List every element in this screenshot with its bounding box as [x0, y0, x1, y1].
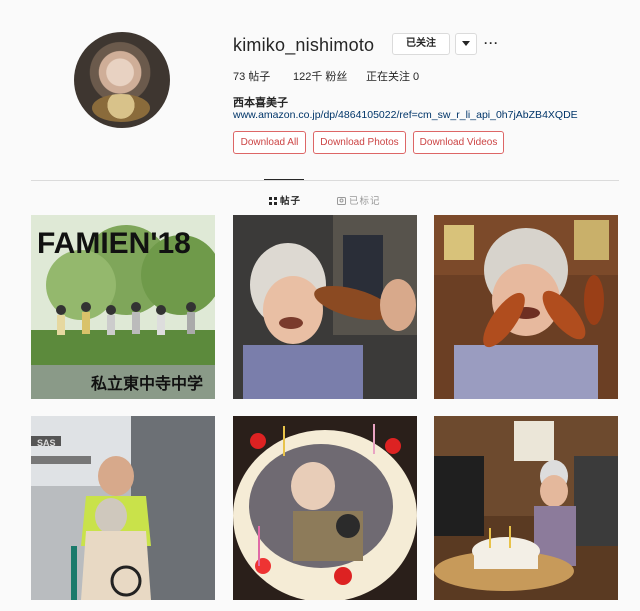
- bio-link[interactable]: www.amazon.co.jp/dp/4864105022/ref=cm_sw…: [233, 109, 578, 121]
- dropdown-button[interactable]: [455, 33, 477, 55]
- post-1-title: FAMIEN'18: [37, 227, 191, 260]
- divider: [31, 180, 619, 181]
- active-tab-indicator: [264, 179, 304, 180]
- download-all-button[interactable]: Download All: [233, 131, 306, 154]
- post-4-label: SAS: [37, 438, 56, 448]
- full-name: 西本喜美子: [233, 97, 288, 109]
- username: kimiko_nishimoto: [233, 35, 375, 55]
- following-button[interactable]: 已关注: [392, 33, 450, 55]
- post-thumbnail-3[interactable]: [434, 215, 618, 399]
- tab-posts[interactable]: 帖子: [269, 193, 301, 208]
- posts-count[interactable]: 73 帖子: [233, 68, 270, 84]
- chevron-down-icon: [462, 41, 470, 46]
- tab-tagged[interactable]: 已标记: [337, 193, 381, 208]
- avatar[interactable]: [74, 32, 170, 128]
- download-photos-button[interactable]: Download Photos: [313, 131, 406, 154]
- following-count[interactable]: 正在关注 0: [366, 68, 419, 84]
- avatar-bowl: [92, 94, 150, 122]
- download-videos-button[interactable]: Download Videos: [413, 131, 504, 154]
- tab-posts-label: 帖子: [280, 196, 302, 207]
- tab-tagged-label: 已标记: [349, 196, 381, 207]
- more-icon[interactable]: ···: [484, 36, 499, 50]
- post-thumbnail-4[interactable]: SAS: [31, 416, 215, 600]
- post-thumbnail-1[interactable]: FAMIEN'18 私立東中寺中学: [31, 215, 215, 399]
- post-thumbnail-2[interactable]: [233, 215, 417, 399]
- post-thumbnail-5[interactable]: [233, 416, 417, 600]
- post-thumbnail-6[interactable]: [434, 416, 618, 600]
- followers-count[interactable]: 122千 粉丝: [293, 68, 347, 84]
- tag-icon: [337, 197, 346, 208]
- post-1-subtitle: 私立東中寺中学: [91, 374, 203, 393]
- grid-icon: [269, 197, 277, 208]
